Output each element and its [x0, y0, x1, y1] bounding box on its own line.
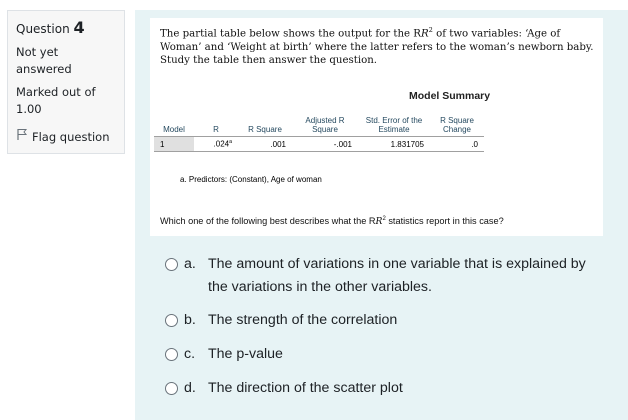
- flag-question-label: Flag question: [32, 129, 110, 144]
- table-cell: 1: [154, 136, 194, 152]
- table-cell: .001: [238, 136, 292, 152]
- radio-icon[interactable]: [165, 382, 178, 395]
- column-header: R Square: [248, 125, 282, 134]
- question-number-label: Question 4: [16, 19, 118, 38]
- radio-icon[interactable]: [165, 258, 178, 271]
- column-header: Adjusted R Square: [305, 116, 345, 134]
- grade-info: Marked out of 1.00: [16, 84, 118, 118]
- table-cell: -.001: [292, 136, 358, 152]
- answer-option-b[interactable]: b. The strength of the correlation: [165, 309, 603, 332]
- marked-out-of-label: Marked out of: [16, 85, 96, 99]
- option-letter: a.: [184, 256, 196, 272]
- column-header: Std. Error of the Estimate: [365, 116, 423, 134]
- table-cell: .024a: [194, 136, 238, 152]
- column-header: Model: [163, 125, 185, 134]
- flag-icon: [16, 128, 28, 146]
- option-text: The p-value: [208, 346, 283, 362]
- flag-question-link[interactable]: Flag question: [16, 128, 118, 146]
- question-status: Not yet answered: [16, 45, 72, 76]
- answer-option-c[interactable]: c. The p-value: [165, 343, 603, 366]
- table-cell: .0: [430, 136, 484, 152]
- marks-value: 1.00: [16, 102, 42, 116]
- radio-icon[interactable]: [165, 348, 178, 361]
- table-title: Model Summary: [409, 90, 491, 102]
- question-number: 4: [73, 18, 85, 37]
- table-cell: 1.831705: [358, 136, 430, 152]
- question-info: Question 4 Not yet answered Marked out o…: [7, 10, 125, 154]
- option-text: The direction of the scatter plot: [208, 380, 403, 396]
- table-row: 1 .024a .001 -.001 1.831705 .0: [154, 136, 484, 152]
- table-header-row: Model R R Square Adjusted R Square Std. …: [154, 116, 484, 137]
- question-label: Question: [16, 22, 70, 36]
- column-header: R: [213, 125, 219, 134]
- model-summary-table: Model R R Square Adjusted R Square Std. …: [154, 116, 484, 152]
- answer-option-d[interactable]: d. The direction of the scatter plot: [165, 377, 603, 400]
- question-intro: The partial table below shows the output…: [160, 26, 594, 67]
- question-content: The partial table below shows the output…: [135, 10, 628, 420]
- option-letter: b.: [184, 312, 196, 328]
- option-text: The amount of variations in one variable…: [208, 256, 586, 295]
- answer-option-a[interactable]: a. The amount of variations in one varia…: [165, 253, 603, 299]
- question-text: Which one of the following best describe…: [160, 216, 504, 228]
- option-letter: c.: [184, 346, 196, 362]
- option-letter: d.: [184, 380, 196, 396]
- option-text: The strength of the correlation: [208, 312, 398, 328]
- column-header: R Square Change: [440, 116, 474, 134]
- radio-icon[interactable]: [165, 314, 178, 327]
- table-footnote: a. Predictors: (Constant), Age of woman: [180, 175, 322, 184]
- question-image: The partial table below shows the output…: [150, 18, 603, 236]
